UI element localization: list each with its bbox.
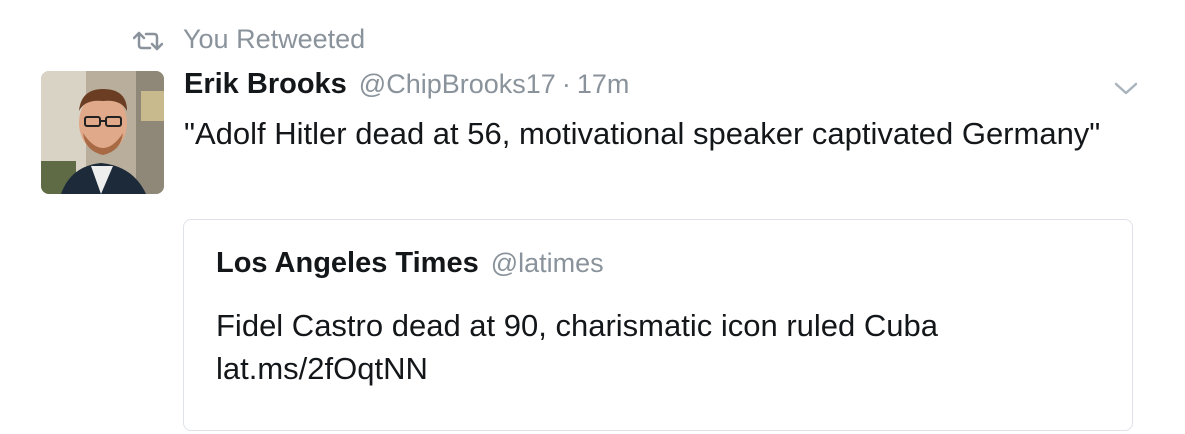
- tweet-header: Erik Brooks @ChipBrooks17 · 17m: [184, 68, 629, 106]
- tweet-text: "Adolf Hitler dead at 56, motivational s…: [184, 116, 1101, 151]
- retweet-context-label: You Retweeted: [183, 23, 366, 54]
- quoted-tweet-header: Los Angeles Times @latimes: [216, 247, 604, 280]
- quoted-tweet-link[interactable]: lat.ms/2fOqtNN: [216, 347, 428, 390]
- avatar[interactable]: [41, 71, 164, 194]
- chevron-down-icon[interactable]: [1113, 80, 1139, 98]
- quoted-author-name: Los Angeles Times: [216, 247, 479, 279]
- retweet-icon: [132, 28, 164, 51]
- quoted-tweet-text: Fidel Castro dead at 90, charismatic ico…: [216, 308, 938, 343]
- separator-dot: ·: [561, 69, 571, 99]
- quoted-tweet-card[interactable]: Los Angeles Times @latimes Fidel Castro …: [183, 219, 1133, 431]
- author-name[interactable]: Erik Brooks: [184, 68, 347, 101]
- timestamp[interactable]: 17m: [577, 69, 630, 100]
- retweet-context: You Retweeted: [132, 22, 366, 56]
- quoted-author-handle: @latimes: [490, 248, 604, 278]
- author-handle[interactable]: @ChipBrooks17: [359, 69, 556, 100]
